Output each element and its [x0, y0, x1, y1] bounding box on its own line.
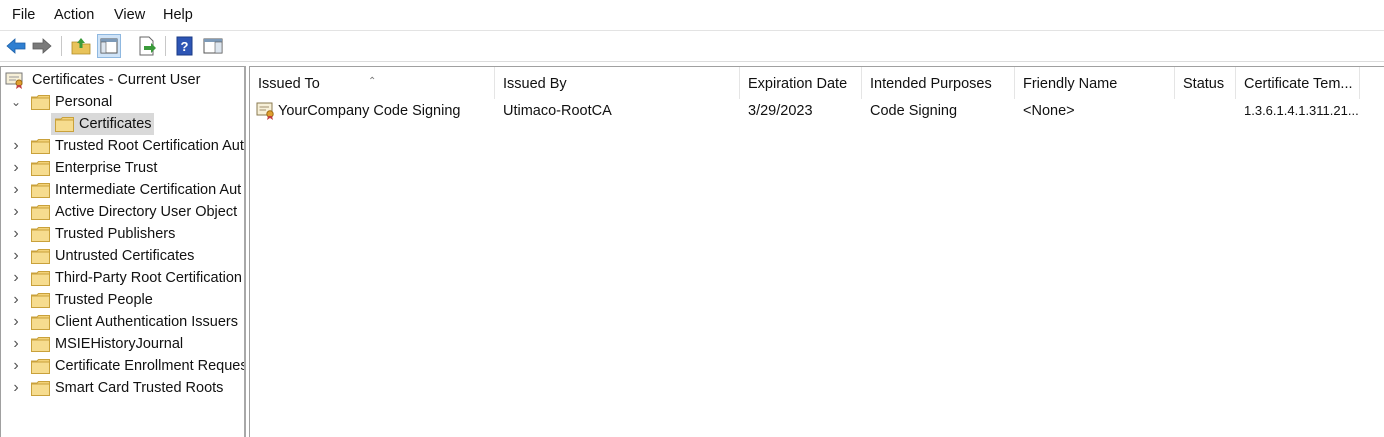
tree-item[interactable]: › Trusted Root Certification Aut [1, 135, 244, 157]
tree-item-label: MSIEHistoryJournal [55, 336, 184, 352]
menu-file[interactable]: File [12, 7, 35, 23]
sort-ascending-icon: ⌃ [368, 76, 377, 87]
folder-icon [55, 116, 74, 132]
tree-item-label: Certificate Enrollment Reques [55, 358, 246, 374]
chevron-right-icon[interactable]: › [10, 333, 22, 355]
cell-certificate-template: 1.3.6.1.4.1.311.21... [1244, 103, 1359, 118]
tree-item[interactable]: › Certificate Enrollment Reques [1, 355, 244, 377]
folder-icon [31, 270, 50, 286]
show-hide-console-tree-icon[interactable] [97, 34, 121, 58]
chevron-right-icon[interactable]: › [10, 377, 22, 399]
tree-item[interactable]: › MSIEHistoryJournal [1, 333, 241, 355]
column-header-intended-purposes[interactable]: Intended Purposes [862, 67, 1015, 99]
tree-item[interactable]: › Trusted People [1, 289, 241, 311]
toolbar: ? [0, 31, 1384, 62]
cell-friendly-name: <None> [1023, 103, 1075, 119]
back-arrow-icon[interactable] [4, 34, 28, 58]
tree-item-label: Smart Card Trusted Roots [55, 380, 224, 396]
column-header-certificate-template[interactable]: Certificate Tem... [1236, 67, 1360, 99]
console-tree[interactable]: Certificates - Current User ⌄ Personal C… [0, 66, 246, 437]
folder-icon [31, 138, 50, 154]
tree-item-certificates[interactable]: Certificates [1, 113, 241, 135]
certificate-store-icon [5, 71, 25, 89]
cell-expiration-date: 3/29/2023 [748, 103, 813, 119]
forward-arrow-icon[interactable] [30, 34, 54, 58]
folder-icon [31, 226, 50, 242]
up-folder-icon[interactable] [69, 34, 93, 58]
cell-issued-to: YourCompany Code Signing [278, 103, 461, 119]
svg-text:?: ? [181, 39, 189, 54]
tree-item[interactable]: › Third-Party Root Certification [1, 267, 242, 289]
tree-item-personal[interactable]: ⌄ Personal [1, 91, 241, 113]
cell-status [1175, 100, 1236, 122]
menu-bar: File Action View Help [0, 0, 1384, 31]
tree-item-label: Trusted People [55, 292, 153, 308]
tree-item[interactable]: › Smart Card Trusted Roots [1, 377, 241, 399]
tree-item-label: Personal [55, 94, 113, 110]
tree-item[interactable]: › Untrusted Certificates [1, 245, 241, 267]
chevron-right-icon[interactable]: › [10, 311, 22, 333]
tree-item[interactable]: › Intermediate Certification Aut [1, 179, 241, 201]
menu-view[interactable]: View [114, 7, 145, 23]
cell-issued-by: Utimaco-RootCA [503, 103, 612, 119]
tree-item-label: Third-Party Root Certification [55, 270, 242, 286]
certificate-list[interactable]: ⌃ Issued To Issued By Expiration Date In… [249, 66, 1384, 437]
tree-item[interactable]: › Active Directory User Object [1, 201, 241, 223]
folder-icon [31, 204, 50, 220]
tree-item-label: Untrusted Certificates [55, 248, 195, 264]
tree-item-label: Trusted Root Certification Aut [55, 138, 244, 154]
chevron-right-icon[interactable]: › [10, 179, 22, 201]
chevron-right-icon[interactable]: › [10, 135, 22, 157]
tree-item[interactable]: › Client Authentication Issuers [1, 311, 241, 333]
tree-item-label: Trusted Publishers [55, 226, 176, 242]
column-header-friendly-name[interactable]: Friendly Name [1015, 67, 1175, 99]
chevron-right-icon[interactable]: › [10, 223, 22, 245]
column-header-issued-to[interactable]: ⌃ Issued To [250, 67, 495, 99]
folder-icon [31, 182, 50, 198]
cell-intended-purposes: Code Signing [870, 103, 958, 119]
column-header-expiration-date[interactable]: Expiration Date [740, 67, 862, 99]
column-header-issued-by[interactable]: Issued By [495, 67, 740, 99]
menu-help[interactable]: Help [163, 7, 193, 23]
action-pane-icon[interactable] [201, 34, 225, 58]
tree-root-label: Certificates - Current User [32, 72, 201, 88]
chevron-right-icon[interactable]: › [10, 201, 22, 223]
chevron-right-icon[interactable]: › [10, 157, 22, 179]
folder-icon [31, 380, 50, 396]
tree-item-label: Intermediate Certification Aut [55, 182, 242, 198]
tree-item[interactable]: › Enterprise Trust [1, 157, 241, 179]
tree-item-label: Active Directory User Object [55, 204, 238, 220]
tree-item[interactable]: › Trusted Publishers [1, 223, 241, 245]
menu-action[interactable]: Action [54, 7, 94, 23]
toolbar-separator [61, 36, 62, 56]
folder-icon [31, 94, 50, 110]
folder-icon [31, 248, 50, 264]
tree-item-label: Client Authentication Issuers [55, 314, 238, 330]
chevron-right-icon[interactable]: › [10, 355, 22, 377]
chevron-down-icon[interactable]: ⌄ [10, 91, 22, 113]
chevron-right-icon[interactable]: › [10, 289, 22, 311]
folder-icon [31, 160, 50, 176]
folder-icon [31, 292, 50, 308]
folder-icon [31, 314, 50, 330]
toolbar-separator [165, 36, 166, 56]
help-icon[interactable]: ? [173, 34, 197, 58]
export-list-icon[interactable] [135, 34, 159, 58]
column-header-status[interactable]: Status [1175, 67, 1236, 99]
tree-item-label: Enterprise Trust [55, 160, 158, 176]
chevron-right-icon[interactable]: › [10, 267, 22, 289]
chevron-right-icon[interactable]: › [10, 245, 22, 267]
tree-item-label: Certificates [79, 116, 152, 132]
folder-icon [31, 336, 50, 352]
folder-icon [31, 358, 50, 374]
